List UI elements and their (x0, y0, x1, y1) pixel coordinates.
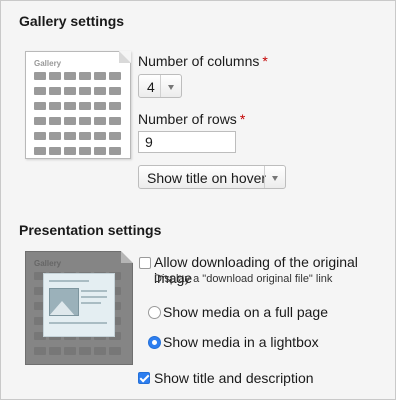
chevron-down-icon (264, 166, 285, 188)
show-title-description-checkbox[interactable] (138, 372, 150, 384)
rows-label: Number of rows * (138, 111, 246, 127)
gallery-settings-heading: Gallery settings (19, 13, 125, 29)
title-display-value: Show title on hover (147, 170, 267, 186)
required-marker: * (262, 53, 268, 69)
thumbnail-grid-icon (34, 72, 121, 155)
chevron-down-icon (160, 75, 181, 97)
presentation-settings-heading: Presentation settings (19, 222, 162, 238)
allow-download-hint: Display a "download original file" link (154, 273, 333, 285)
media-lightbox-radio[interactable] (148, 336, 161, 349)
page-fold (119, 51, 131, 63)
required-marker: * (239, 111, 246, 127)
columns-label: Number of columns * (138, 53, 268, 69)
show-title-description-label[interactable]: Show title and description (154, 370, 314, 386)
page-fold (121, 251, 133, 263)
columns-select[interactable]: 4 (138, 74, 182, 98)
columns-select-value: 4 (147, 79, 155, 95)
thumbnail-label: Gallery (34, 59, 62, 68)
settings-panel: Gallery settings Gallery Number of colum… (0, 0, 396, 400)
thumbnail-label: Gallery (34, 259, 62, 268)
presentation-thumbnail: Gallery (25, 251, 133, 365)
media-full-page-label[interactable]: Show media on a full page (163, 304, 328, 320)
media-lightbox-label[interactable]: Show media in a lightbox (163, 334, 319, 350)
media-full-page-radio[interactable] (148, 306, 161, 319)
lightbox-preview-icon (43, 273, 115, 337)
gallery-layout-thumbnail: Gallery (25, 51, 131, 159)
image-icon (49, 288, 79, 316)
rows-input[interactable]: 9 (138, 131, 236, 153)
allow-download-checkbox[interactable] (139, 257, 151, 269)
title-display-select[interactable]: Show title on hover (138, 165, 286, 189)
